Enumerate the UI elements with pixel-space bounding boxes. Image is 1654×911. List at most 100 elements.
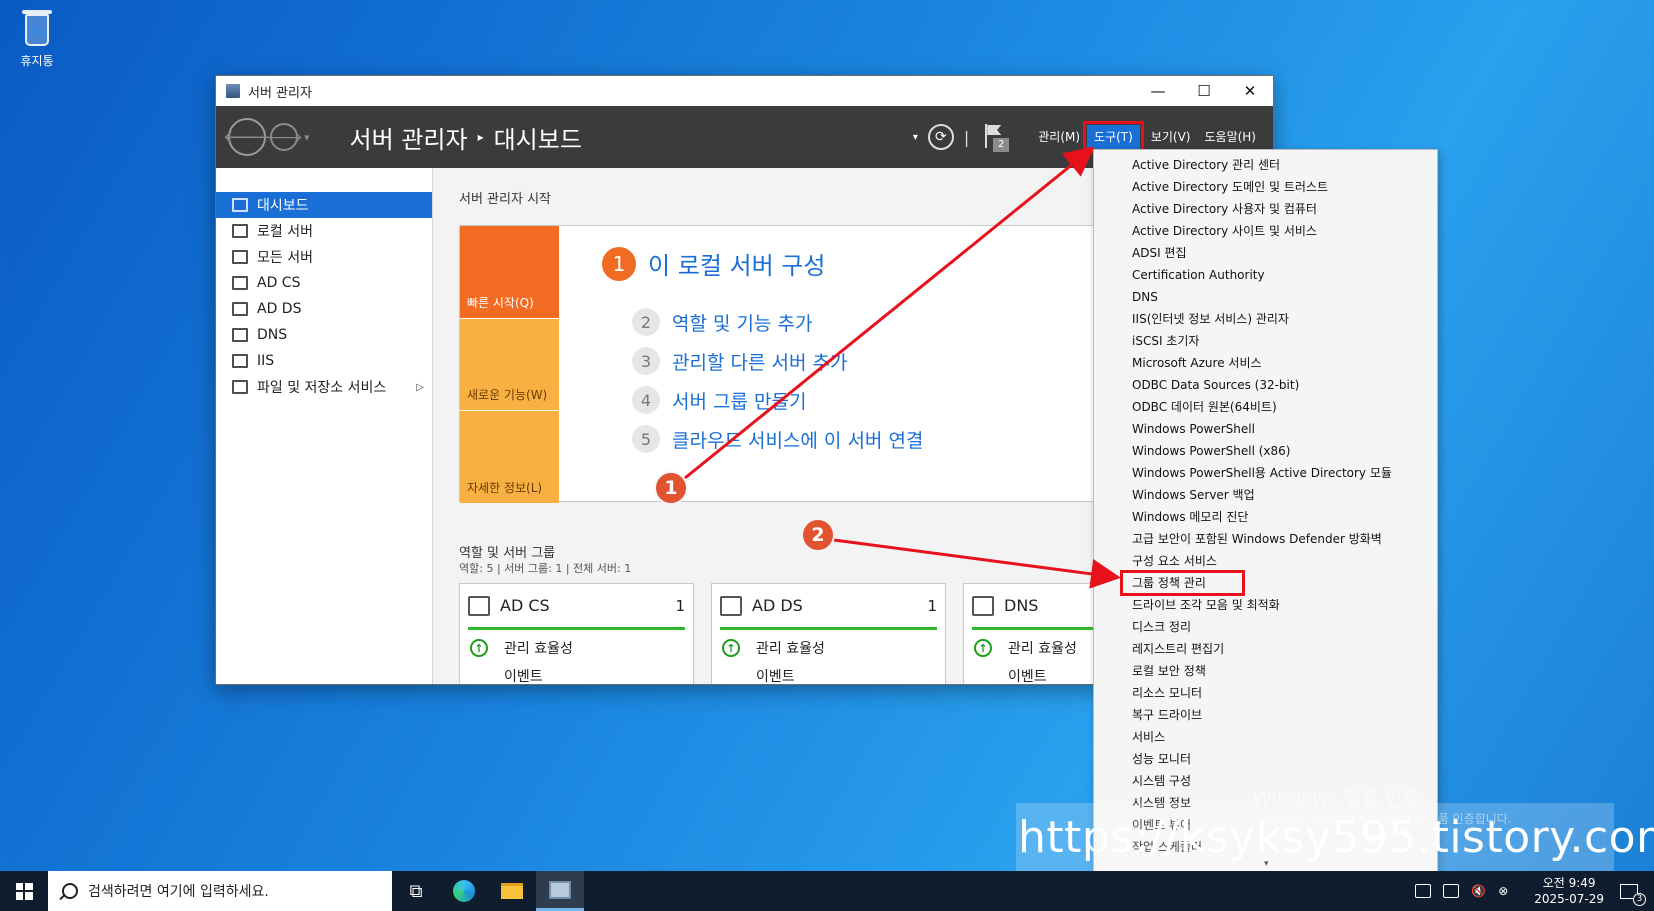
card-events[interactable]: 이벤트	[720, 666, 937, 684]
expand-arrow-icon[interactable]: ▷	[416, 382, 424, 393]
tools-item[interactable]: Active Directory 관리 센터	[1094, 154, 1437, 176]
sidebar-item-file-storage[interactable]: 파일 및 저장소 서비스 ▷	[216, 374, 432, 400]
servers-icon	[232, 250, 248, 264]
breadcrumb-app: 서버 관리자	[349, 125, 468, 154]
step-label: 관리할 다른 서버 추가	[672, 351, 848, 374]
server-icon	[232, 224, 248, 238]
card-title: AD CS	[500, 596, 550, 615]
tools-item[interactable]: Active Directory 사용자 및 컴퓨터	[1094, 198, 1437, 220]
tools-item[interactable]: 구성 요소 서비스	[1094, 550, 1437, 572]
breadcrumb: 서버 관리자 ▸ 대시보드	[350, 120, 582, 155]
card-events[interactable]: 이벤트	[468, 666, 685, 684]
forward-button[interactable]: 🡒	[265, 123, 303, 151]
breadcrumb-separator: ▸	[477, 130, 484, 144]
card-status[interactable]: 관리 효율성	[1008, 638, 1077, 658]
tools-item[interactable]: DNS	[1094, 286, 1437, 308]
task-view-icon: ⧉	[409, 880, 423, 902]
refresh-icon[interactable]: ⟳	[927, 124, 954, 150]
tile-learn-more[interactable]: 자세한 정보(L)	[460, 411, 559, 503]
dashboard-icon	[232, 198, 248, 212]
back-button[interactable]: 🡐	[223, 118, 271, 156]
tools-item[interactable]: Microsoft Azure 서비스	[1094, 352, 1437, 374]
minimize-button[interactable]: —	[1135, 76, 1181, 106]
sidebar-item-dns[interactable]: DNS	[216, 322, 432, 348]
close-button[interactable]: ✕	[1227, 76, 1273, 106]
welcome-title: 서버 관리자 시작	[459, 192, 551, 207]
sidebar-item-ad-cs[interactable]: AD CS	[216, 270, 432, 296]
refresh-dropdown-icon[interactable]: ▾	[913, 132, 918, 143]
menu-view[interactable]: 보기(V)	[1144, 125, 1198, 149]
header-divider: |	[963, 127, 970, 147]
tools-item[interactable]: ODBC 데이터 원본(64비트)	[1094, 396, 1437, 418]
menu-manage[interactable]: 관리(M)	[1031, 125, 1087, 149]
tools-item[interactable]: 디스크 정리	[1094, 616, 1437, 638]
step-add-roles[interactable]: 2 역할 및 기능 추가	[632, 308, 812, 336]
tools-item[interactable]: IIS(인터넷 정보 서비스) 관리자	[1094, 308, 1437, 330]
sidebar-item-iis[interactable]: IIS	[216, 348, 432, 374]
sidebar-item-all-servers[interactable]: 모든 서버	[216, 244, 432, 270]
server-manager-taskbar-button[interactable]	[536, 871, 584, 911]
tray-close-icon[interactable]: ⊗	[1498, 884, 1508, 898]
tile-quick-start[interactable]: 빠른 시작(Q)	[460, 226, 559, 318]
tools-item[interactable]: 복구 드라이브	[1094, 704, 1437, 726]
maximize-button[interactable]: ☐	[1181, 76, 1227, 106]
card-status[interactable]: 관리 효율성	[756, 638, 825, 658]
security-icon[interactable]	[1415, 884, 1432, 898]
file-explorer-button[interactable]	[488, 871, 536, 911]
tools-item[interactable]: 성능 모니터	[1094, 748, 1437, 770]
network-icon[interactable]	[1443, 884, 1460, 898]
step-configure-local-server[interactable]: 1 이 로컬 서버 구성	[602, 246, 825, 281]
sidebar-item-ad-ds[interactable]: AD DS	[216, 296, 432, 322]
menu-help[interactable]: 도움말(H)	[1197, 125, 1263, 149]
tools-item[interactable]: 리소스 모니터	[1094, 682, 1437, 704]
tools-item[interactable]: Windows 메모리 진단	[1094, 506, 1437, 528]
tile-whats-new[interactable]: 새로운 기능(W)	[460, 319, 559, 410]
tools-item[interactable]: 레지스트리 편집기	[1094, 638, 1437, 660]
tools-item[interactable]: Windows PowerShell	[1094, 418, 1437, 440]
taskbar-search[interactable]: 검색하려면 여기에 입력하세요.	[48, 871, 392, 911]
action-center-icon[interactable]: 3	[1620, 883, 1646, 906]
search-icon	[62, 883, 78, 899]
role-card-ad-ds[interactable]: AD DS 1 ↑ 관리 효율성 이벤트	[711, 583, 946, 684]
volume-icon[interactable]: 🔇	[1471, 884, 1486, 898]
quick-start-panel: 빠른 시작(Q) 새로운 기능(W) 자세한 정보(L) 1 이 로컬 서버 구…	[459, 225, 1099, 503]
tools-item[interactable]: Active Directory 도메인 및 트러스트	[1094, 176, 1437, 198]
tools-item[interactable]: Certification Authority	[1094, 264, 1437, 286]
step-create-group[interactable]: 4 서버 그룹 만들기	[632, 386, 806, 414]
tools-item[interactable]: Windows Server 백업	[1094, 484, 1437, 506]
edge-button[interactable]	[440, 871, 488, 911]
menu-tools[interactable]: 도구(T)	[1083, 121, 1144, 153]
recycle-bin[interactable]: ♻ 휴지통	[12, 8, 62, 69]
sidebar: 대시보드 로컬 서버 모든 서버 AD CS AD DS DNS IIS 파일 …	[216, 168, 433, 684]
tools-item[interactable]: Active Directory 사이트 및 서비스	[1094, 220, 1437, 242]
card-status[interactable]: 관리 효율성	[504, 638, 573, 658]
step-number: 5	[632, 425, 660, 453]
notifications-flag-icon[interactable]: 2	[981, 122, 1011, 152]
tools-item[interactable]: Windows PowerShell용 Active Directory 모듈	[1094, 462, 1437, 484]
sidebar-item-dashboard[interactable]: 대시보드	[216, 192, 432, 218]
tools-item[interactable]: 로컬 보안 정책	[1094, 660, 1437, 682]
tools-item[interactable]: ADSI 편집	[1094, 242, 1437, 264]
recycle-bin-icon: ♻	[20, 8, 54, 48]
tools-item[interactable]: 드라이브 조각 모음 및 최적화	[1094, 594, 1437, 616]
window-title: 서버 관리자	[248, 85, 312, 101]
role-card-ad-cs[interactable]: AD CS 1 ↑ 관리 효율성 이벤트	[459, 583, 694, 684]
card-count: 1	[927, 596, 937, 615]
step-add-servers[interactable]: 3 관리할 다른 서버 추가	[632, 347, 847, 375]
system-tray: 🔇 ⊗ 오전 9:49 2025-07-29 3	[1409, 875, 1654, 907]
start-button[interactable]	[0, 871, 48, 911]
tools-item[interactable]: Windows PowerShell (x86)	[1094, 440, 1437, 462]
task-view-button[interactable]: ⧉	[392, 871, 440, 911]
edge-icon	[453, 880, 475, 902]
sidebar-item-local-server[interactable]: 로컬 서버	[216, 218, 432, 244]
clock[interactable]: 오전 9:49 2025-07-29	[1534, 875, 1604, 907]
tools-item[interactable]: 고급 보안이 포함된 Windows Defender 방화벽	[1094, 528, 1437, 550]
dns-icon	[972, 595, 994, 616]
tools-item[interactable]: iSCSI 초기자	[1094, 330, 1437, 352]
history-dropdown-icon[interactable]: ▾	[304, 131, 310, 144]
step-connect-cloud[interactable]: 5 클라우드 서비스에 이 서버 연결	[632, 425, 923, 453]
tools-item-group-policy[interactable]: 그룹 정책 관리	[1120, 570, 1245, 596]
breadcrumb-page: 대시보드	[493, 125, 582, 154]
tools-item[interactable]: ODBC Data Sources (32-bit)	[1094, 374, 1437, 396]
tools-item[interactable]: 서비스	[1094, 726, 1437, 748]
